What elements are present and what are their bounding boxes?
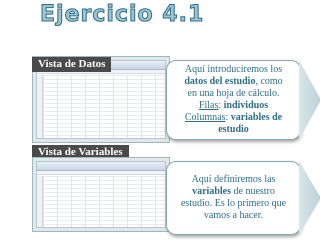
data-view-label: Vista de Datos [32, 57, 112, 72]
variable-view-description: Aquí definiremos las variables de nuestr… [166, 161, 301, 235]
data-view-description: Aquí introduciremos los datos del estudi… [166, 60, 301, 140]
chevron-right-icon [299, 161, 320, 235]
chevron-right-icon [299, 60, 320, 140]
variable-view-screenshot [32, 157, 170, 232]
slide-title: Ejercicio 4.1 [39, 2, 205, 28]
spreadsheet-grid [43, 75, 165, 138]
spreadsheet-grid [43, 176, 165, 227]
spreadsheet-toolbar [37, 162, 165, 171]
